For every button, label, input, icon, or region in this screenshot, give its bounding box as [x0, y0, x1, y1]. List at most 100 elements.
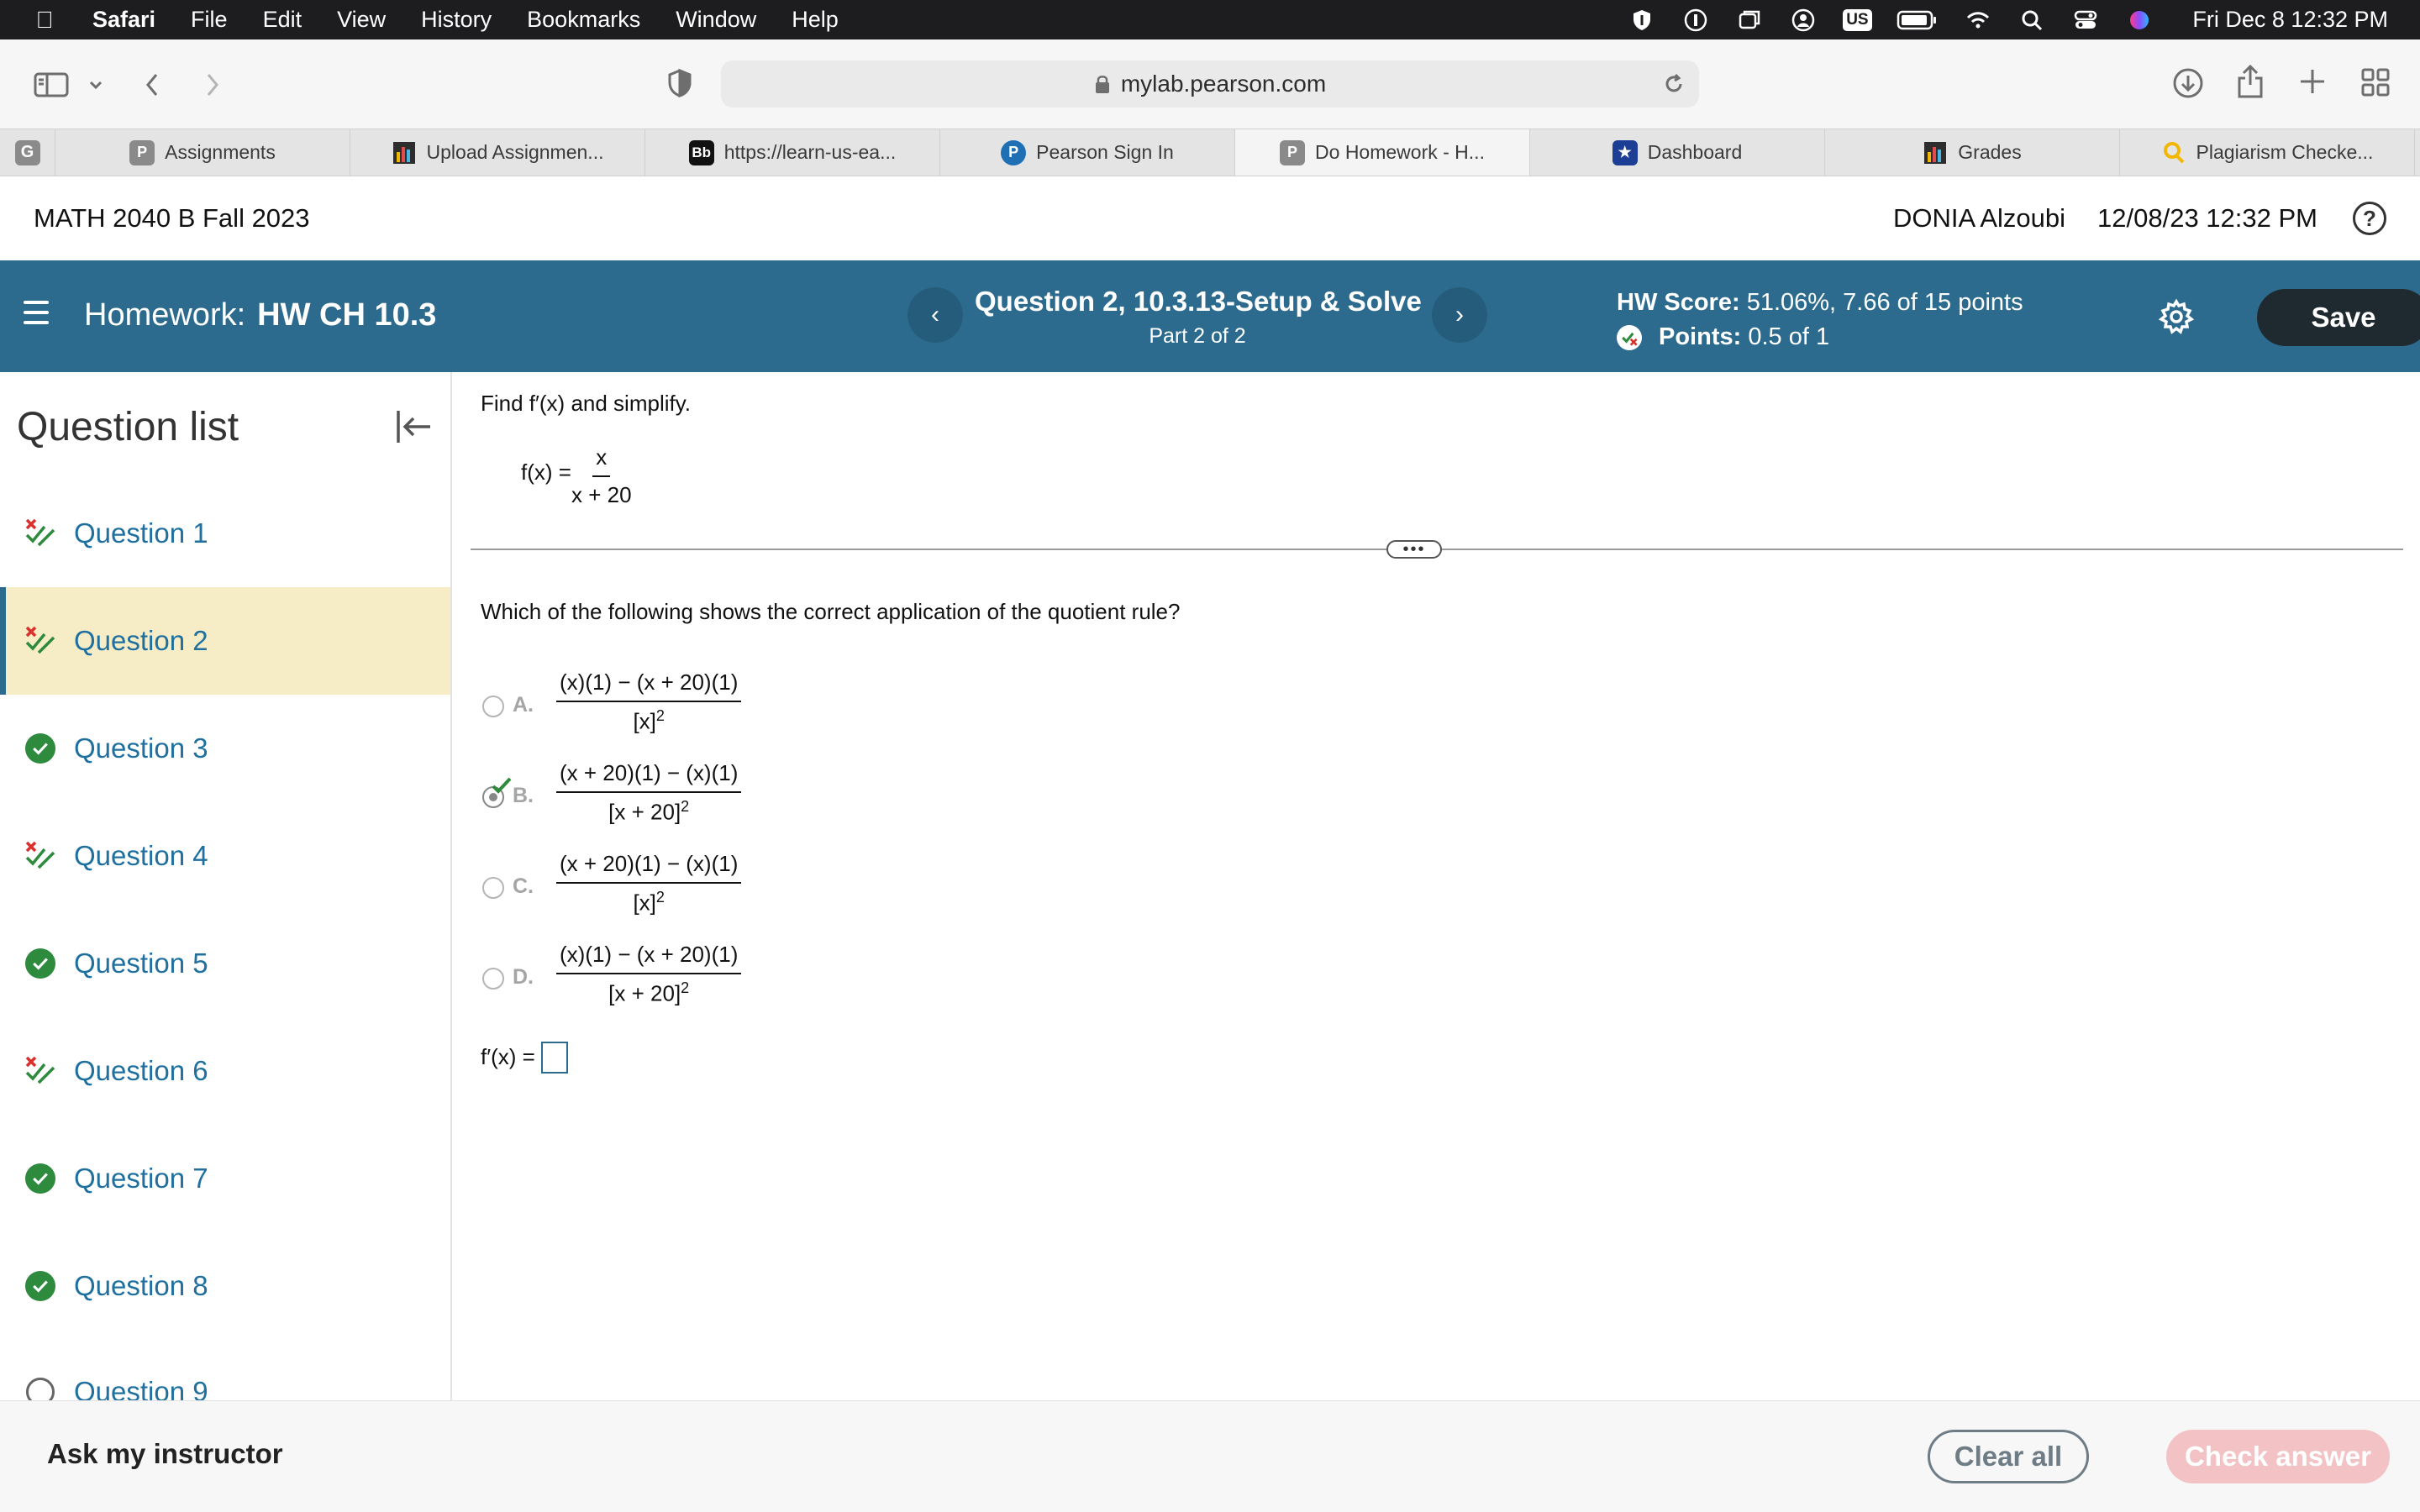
sidebar-toggle-icon[interactable] [34, 71, 71, 98]
back-icon[interactable] [141, 70, 163, 100]
choice-numerator: (x + 20)(1) − (x)(1) [556, 760, 742, 793]
hamburger-menu-icon[interactable] [24, 301, 49, 324]
question-label: Question 8 [74, 1270, 208, 1301]
question-prompt: Which of the following shows the correct… [481, 599, 1181, 624]
menu-bar-clock[interactable]: Fri Dec 8 12:32 PM [2192, 7, 2388, 33]
choice-denominator: [x]2 [633, 889, 665, 916]
battery-icon[interactable] [1895, 8, 1940, 33]
question-title: Question 2, 10.3.13-Setup & Solve [975, 286, 1422, 317]
choice-a-radio[interactable] [482, 696, 504, 717]
chevron-left-icon: ‹ [931, 301, 939, 328]
choice-c-expression: (x + 20)(1) − (x)(1) [x]2 [556, 851, 742, 916]
url-text: mylab.pearson.com [1120, 71, 1327, 97]
hw-score-value: 51.06%, 7.66 of 15 points [1746, 289, 2023, 316]
next-question-button[interactable]: › [1432, 287, 1487, 343]
question-list-item-1[interactable]: Question 1 [0, 480, 450, 587]
question-list-item-6[interactable]: Question 6 [0, 1017, 450, 1125]
user-circle-icon[interactable] [1787, 8, 1819, 33]
tab-plagiarism-checker[interactable]: Plagiarism Checke... [2120, 129, 2415, 176]
function-denominator: x + 20 [571, 482, 632, 507]
answer-input-box[interactable] [541, 1042, 568, 1074]
correct-check-icon [24, 947, 57, 980]
collapse-panel-icon[interactable] [393, 406, 435, 448]
tab-overview-icon[interactable] [2360, 66, 2391, 98]
gear-icon[interactable] [2158, 298, 2195, 335]
forward-icon[interactable] [202, 70, 224, 100]
question-list-item-2[interactable]: Question 2 [0, 587, 450, 695]
menu-window[interactable]: Window [676, 7, 756, 33]
address-bar[interactable]: mylab.pearson.com [721, 60, 1699, 108]
points-value: 0.5 of 1 [1748, 323, 1830, 350]
question-label: Question 1 [74, 517, 208, 549]
one-password-icon[interactable] [1680, 8, 1712, 33]
macos-menu-bar:  Safari File Edit View History Bookmark… [0, 0, 2420, 39]
apple-menu-icon[interactable]:  [22, 7, 67, 34]
choice-b[interactable]: B. (x + 20)(1) − (x)(1) [x + 20]2 [482, 753, 818, 837]
choice-d[interactable]: D. (x)(1) − (x + 20)(1) [x + 20]2 [482, 935, 818, 1019]
menu-app-safari[interactable]: Safari [92, 7, 155, 33]
menu-file[interactable]: File [191, 7, 228, 33]
pearson-circle-favicon-icon: P [1001, 139, 1027, 165]
function-fraction: x x + 20 [571, 444, 632, 508]
siri-icon[interactable] [2123, 8, 2155, 33]
pinned-tab-favicon: G [14, 139, 40, 165]
lock-icon [1095, 76, 1109, 93]
new-tab-icon[interactable] [2297, 66, 2328, 97]
control-center-icon[interactable] [2070, 8, 2102, 33]
privacy-shield-icon[interactable] [667, 68, 692, 98]
save-button[interactable]: Save [2257, 289, 2420, 346]
check-answer-button[interactable]: Check answer [2166, 1430, 2390, 1483]
choice-b-expression: (x + 20)(1) − (x)(1) [x + 20]2 [556, 760, 742, 826]
menu-bookmarks[interactable]: Bookmarks [527, 7, 640, 33]
question-list-item-8[interactable]: Question 8 [0, 1232, 450, 1340]
clear-all-button[interactable]: Clear all [1928, 1430, 2089, 1483]
homework-name: HW CH 10.3 [257, 297, 437, 333]
resize-handle[interactable]: ••• [1386, 540, 1442, 559]
chevron-down-icon[interactable] [87, 77, 104, 92]
question-list-item-4[interactable]: Question 4 [0, 802, 450, 910]
menu-view[interactable]: View [337, 7, 386, 33]
choice-c-radio[interactable] [482, 877, 504, 899]
shield-icon[interactable] [1626, 8, 1658, 33]
window-icon[interactable] [1733, 8, 1765, 33]
tab-do-homework[interactable]: P Do Homework - H... [1235, 129, 1530, 176]
tab-bar: G P Assignments Upload Assignmen... Bb h… [0, 129, 2420, 176]
share-icon[interactable] [2235, 63, 2265, 100]
tab-grades[interactable]: Grades [1825, 129, 2120, 176]
pearson-favicon-icon: P [129, 139, 155, 165]
search-icon[interactable] [2016, 8, 2048, 33]
question-part: Part 2 of 2 [1149, 324, 1246, 348]
points-label: Points: [1659, 323, 1742, 350]
ask-my-instructor-link[interactable]: Ask my instructor [47, 1438, 283, 1470]
question-list-item-3[interactable]: Question 3 [0, 695, 450, 802]
choice-c[interactable]: C. (x + 20)(1) − (x)(1) [x]2 [482, 844, 818, 928]
question-label: Question 3 [74, 732, 208, 764]
tab-blackboard[interactable]: Bb https://learn-us-ea... [645, 129, 940, 176]
tab-dashboard[interactable]: ★ Dashboard [1530, 129, 1825, 176]
menu-help[interactable]: Help [792, 7, 839, 33]
correct-check-icon [24, 1269, 57, 1303]
pinned-tab[interactable]: G [0, 129, 55, 176]
menu-history[interactable]: History [421, 7, 492, 33]
question-list-item-9[interactable]: Question 9 [0, 1338, 450, 1400]
choice-letter: A. [513, 693, 534, 717]
question-list-item-7[interactable]: Question 7 [0, 1125, 450, 1232]
download-icon[interactable] [2171, 66, 2205, 100]
help-icon[interactable]: ? [2353, 202, 2386, 235]
tab-upload-assignment[interactable]: Upload Assignmen... [350, 129, 645, 176]
user-name: DONIA Alzoubi [1892, 203, 2066, 233]
keyboard-us-badge[interactable]: US [1841, 8, 1873, 33]
choice-a-expression: (x)(1) − (x + 20)(1) [x]2 [556, 669, 742, 735]
score-panel: HW Score: 51.06%, 7.66 of 15 points Poin… [1617, 289, 2023, 351]
tab-pearson-sign-in[interactable]: P Pearson Sign In [940, 129, 1235, 176]
question-list-item-5[interactable]: Question 5 [0, 910, 450, 1017]
problem-area: Find f′(x) and simplify. f(x) = x x + 20… [454, 372, 2420, 1400]
wifi-icon[interactable] [1962, 8, 1994, 33]
tab-assignments[interactable]: P Assignments [55, 129, 350, 176]
reload-icon[interactable] [1662, 72, 1686, 96]
choice-numerator: (x + 20)(1) − (x)(1) [556, 851, 742, 884]
menu-edit[interactable]: Edit [263, 7, 302, 33]
choice-d-radio[interactable] [482, 968, 504, 990]
previous-question-button[interactable]: ‹ [908, 287, 963, 343]
choice-a[interactable]: A. (x)(1) − (x + 20)(1) [x]2 [482, 663, 818, 747]
